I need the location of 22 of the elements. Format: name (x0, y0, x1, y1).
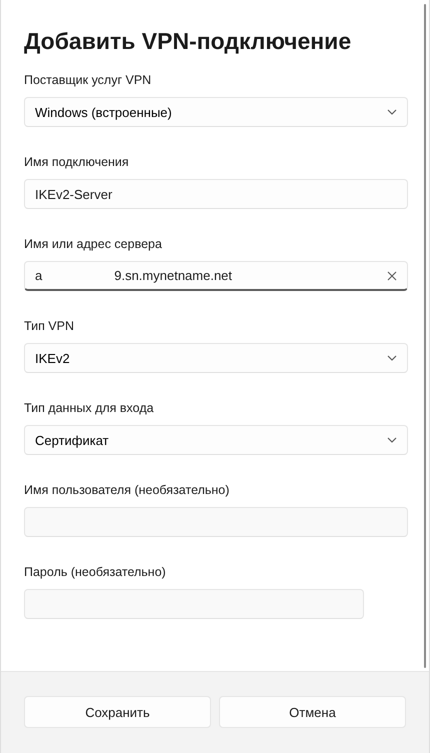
field-label: Пароль (необязательно) (24, 565, 167, 579)
scrollbar[interactable] (424, 4, 426, 668)
chevron-down-icon (387, 355, 397, 361)
input-field[interactable]: a 9.sn.mynetname.net (24, 261, 408, 291)
field-label: Имя подключения (24, 155, 130, 169)
password-field[interactable] (24, 589, 364, 619)
clear-icon[interactable] (387, 270, 397, 280)
field-label: Имя или адрес сервера (24, 237, 163, 251)
chevron-down-icon (387, 437, 397, 443)
chevron-down-icon (387, 109, 397, 115)
field-label: Поставщик услуг VPN (24, 73, 152, 87)
dropdown[interactable]: Сертификат (24, 425, 408, 455)
dropdown[interactable]: IKEv2 (24, 343, 408, 373)
field-label: Тип данных для входа (24, 401, 155, 415)
input-field[interactable] (24, 507, 408, 537)
dropdown[interactable]: Windows (встроенные) (24, 97, 408, 127)
field-label: Имя пользователя (необязательно) (24, 483, 230, 497)
field-label: Тип VPN (24, 319, 76, 333)
cancel-button[interactable]: Отмена (219, 696, 406, 728)
save-button[interactable]: Сохранить (24, 696, 211, 728)
dialog-title: Добавить VPN-подключение (24, 28, 352, 55)
input-field[interactable]: IKEv2-Server (24, 179, 408, 209)
